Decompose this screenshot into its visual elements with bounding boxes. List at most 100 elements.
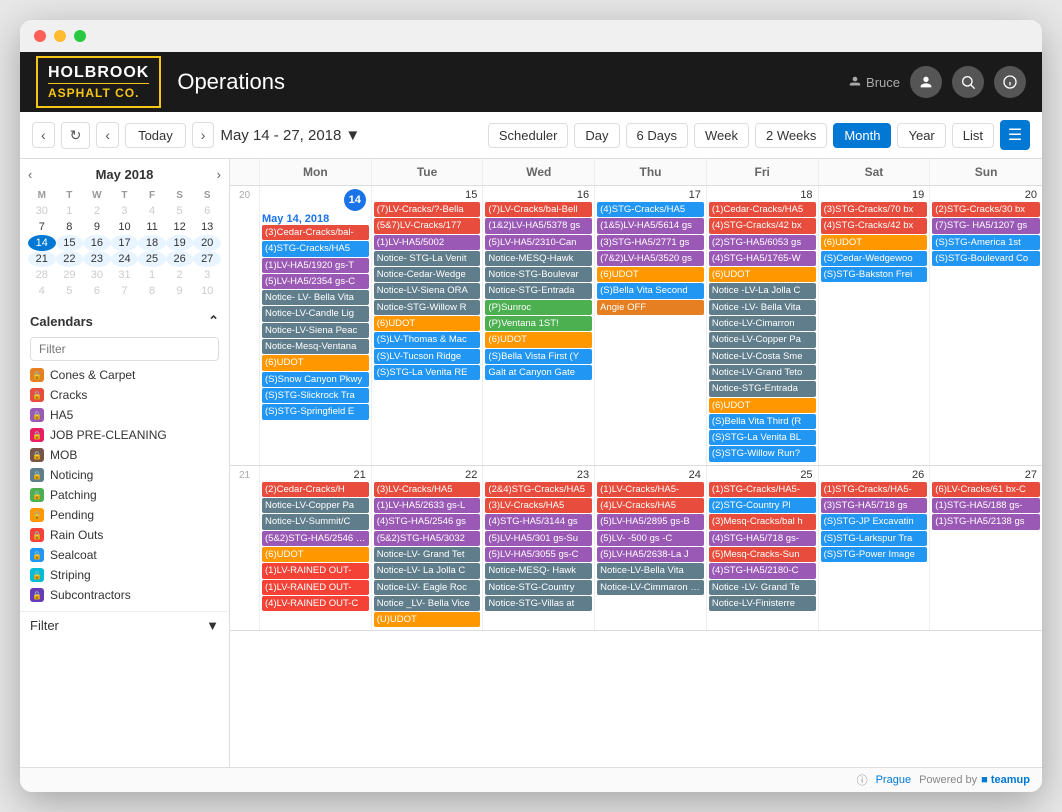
cal-day-cell[interactable]: 21(2)Cedar-Cracks/HNotice-LV-Copper PaNo…	[260, 466, 372, 631]
mini-cal-day[interactable]: 25	[138, 251, 166, 267]
mini-cal-day[interactable]: 19	[166, 235, 194, 251]
mini-prev-btn[interactable]: ‹	[28, 167, 32, 182]
mini-cal-day[interactable]: 24	[111, 251, 139, 267]
calendar-event[interactable]: (4)STG-HA5/718 gs-	[709, 531, 816, 546]
mini-cal-day[interactable]: 20	[193, 235, 221, 251]
mini-cal-day[interactable]: 9	[166, 283, 194, 299]
mini-cal-day[interactable]: 28	[28, 267, 56, 283]
calendar-item[interactable]: 🔒 Striping	[20, 565, 229, 585]
mini-cal-day[interactable]: 15	[56, 235, 84, 251]
calendar-event[interactable]: (S)STG-Larkspur Tra	[821, 531, 928, 546]
calendar-event[interactable]: (3)STG-HA5/2771 gs	[597, 235, 704, 250]
calendar-event[interactable]: (4)STG-Cracks/42 bx	[709, 218, 816, 233]
week-btn[interactable]: Week	[694, 123, 749, 148]
calendar-event[interactable]: Notice- LV- Bella Vita	[262, 290, 369, 305]
calendar-event[interactable]: Notice _LV- Bella Vice	[374, 596, 481, 611]
mini-cal-day[interactable]: 31	[111, 267, 139, 283]
mini-next-btn[interactable]: ›	[217, 167, 221, 182]
calendar-event[interactable]: (3)STG-Cracks/70 bx	[821, 202, 928, 217]
mini-cal-day[interactable]: 10	[111, 219, 139, 235]
calendar-event[interactable]: Notice-LV- La Jolla C	[374, 563, 481, 578]
calendar-event[interactable]: (5)LV-HA5/2638-La J	[597, 547, 704, 562]
mini-cal-day[interactable]: 3	[111, 203, 139, 219]
calendar-event[interactable]: (S)STG-La Venita RE	[374, 365, 481, 380]
calendar-event[interactable]: (5)LV-HA5/301 gs-Su	[485, 531, 592, 546]
collapse-icon[interactable]: ⌃	[208, 313, 219, 329]
cal-day-cell[interactable]: 20(2)STG-Cracks/30 bx(7)STG- HA5/1207 gs…	[930, 186, 1042, 465]
mini-cal-day[interactable]: 10	[193, 283, 221, 299]
cal-day-cell[interactable]: 16(7)LV-Cracks/bal-Bell(1&2)LV-HA5/5378 …	[483, 186, 595, 465]
calendar-event[interactable]: (S)Bella Vita Third (R	[709, 414, 816, 429]
calendar-event[interactable]: (3)STG-HA5/718 gs	[821, 498, 928, 513]
mini-cal-day[interactable]: 8	[138, 283, 166, 299]
mini-cal-day[interactable]: 1	[138, 267, 166, 283]
calendar-event[interactable]: (5)LV-HA5/3055 gs-C	[485, 547, 592, 562]
calendar-event[interactable]: (5)LV-HA5/2310-Can	[485, 235, 592, 250]
calendar-event[interactable]: (6)UDOT	[374, 316, 481, 331]
calendar-event[interactable]: (6)UDOT	[709, 398, 816, 413]
calendar-event[interactable]: (S)STG-Power Image	[821, 547, 928, 562]
calendar-event[interactable]: (S)LV-Tucson Ridge	[374, 349, 481, 364]
calendar-event[interactable]: (1)LV-RAINED OUT-	[262, 580, 369, 595]
maximize-btn[interactable]	[74, 30, 86, 42]
filter-section[interactable]: Filter ▼	[20, 611, 229, 639]
calendar-event[interactable]: Notice-LV- Grand Tet	[374, 547, 481, 562]
calendar-event[interactable]: Notice-STG-Entrada	[709, 381, 816, 396]
prev-period-btn[interactable]: ‹	[32, 122, 55, 148]
calendar-event[interactable]: (4)STG-HA5/2546 gs	[374, 514, 481, 529]
calendar-event[interactable]: (S)STG-America 1st	[932, 235, 1040, 250]
calendar-event[interactable]: (1)LV-RAINED OUT-	[262, 563, 369, 578]
calendar-event[interactable]: (1)LV-HA5/2633 gs-L	[374, 498, 481, 513]
calendar-event[interactable]: (S)Snow Canyon Pkwy	[262, 372, 369, 387]
calendar-event[interactable]: Notice-STG-Villas at	[485, 596, 592, 611]
calendar-item[interactable]: 🔒 Pending	[20, 505, 229, 525]
mini-cal-day[interactable]: 23	[83, 251, 111, 267]
mini-cal-day[interactable]: 29	[56, 267, 84, 283]
calendar-event[interactable]: (S)Bella Vista First (Y	[485, 349, 592, 364]
calendar-event[interactable]: Notice -LV- Bella Vita	[709, 300, 816, 315]
calendar-event[interactable]: (3)Cedar-Cracks/bal-	[262, 225, 369, 240]
mini-cal-day[interactable]: 14	[28, 235, 56, 251]
calendar-event[interactable]: (1)LV-HA5/5002	[374, 235, 481, 250]
calendar-event[interactable]: (6)UDOT	[821, 235, 928, 250]
calendar-event[interactable]: Notice-STG-Country	[485, 580, 592, 595]
mini-cal-day[interactable]: 5	[166, 203, 194, 219]
calendar-event[interactable]: (S)LV-Thomas & Mac	[374, 332, 481, 347]
calendar-event[interactable]: Notice-LV-Copper Pa	[709, 332, 816, 347]
calendar-item[interactable]: 🔒 Cracks	[20, 385, 229, 405]
calendar-event[interactable]: (S)STG-Willow Run?	[709, 446, 816, 461]
calendar-event[interactable]: (S)STG-JP Excavatin	[821, 514, 928, 529]
calendar-event[interactable]: Notice -LV- Grand Te	[709, 580, 816, 595]
calendar-event[interactable]: Notice-LV-Finisterre	[709, 596, 816, 611]
calendar-event[interactable]: (5)LV-HA5/2354 gs-C	[262, 274, 369, 289]
calendar-event[interactable]: (S)STG-Springfield E	[262, 404, 369, 419]
mini-cal-day[interactable]: 11	[138, 219, 166, 235]
calendar-item[interactable]: 🔒 Rain Outs	[20, 525, 229, 545]
calendar-event[interactable]: Notice-STG-Willow R	[374, 300, 481, 315]
mini-cal-day[interactable]: 9	[83, 219, 111, 235]
calendar-event[interactable]: Notice-LV-Siena Peac	[262, 323, 369, 338]
calendar-event[interactable]: (2&4)STG-Cracks/HA5	[485, 482, 592, 497]
calendar-event[interactable]: (7)LV-Cracks/?-Bella	[374, 202, 481, 217]
calendar-event[interactable]: (S)STG-Boulevard Co	[932, 251, 1040, 266]
mini-cal-day[interactable]: 18	[138, 235, 166, 251]
calendar-event[interactable]: (1&2)LV-HA5/5378 gs	[485, 218, 592, 233]
mini-cal-day[interactable]: 26	[166, 251, 194, 267]
list-btn[interactable]: List	[952, 123, 994, 148]
back-btn[interactable]: ‹	[96, 122, 119, 148]
calendar-event[interactable]: (4)STG-HA5/3144 gs	[485, 514, 592, 529]
calendar-event[interactable]: Notice-STG-Entrada	[485, 283, 592, 298]
cal-day-cell[interactable]: 17(4)STG-Cracks/HA5(1&5)LV-HA5/5614 gs(3…	[595, 186, 707, 465]
calendar-event[interactable]: Notice-LV-Costa Sme	[709, 349, 816, 364]
calendar-event[interactable]: (6)UDOT	[262, 547, 369, 562]
mini-cal-day[interactable]: 27	[193, 251, 221, 267]
calendar-event[interactable]: (6)LV-Cracks/61 bx-C	[932, 482, 1040, 497]
refresh-btn[interactable]: ↻	[61, 122, 91, 149]
mini-cal-day[interactable]: 22	[56, 251, 84, 267]
calendar-event[interactable]: (S)STG-La Venita BL	[709, 430, 816, 445]
calendar-event[interactable]: (1)STG-HA5/2138 gs	[932, 514, 1040, 529]
calendar-event[interactable]: (2)STG-Cracks/30 bx	[932, 202, 1040, 217]
calendar-event[interactable]: (1)Cedar-Cracks/HA5	[709, 202, 816, 217]
calendar-item[interactable]: 🔒 JOB PRE-CLEANING	[20, 425, 229, 445]
calendar-event[interactable]: Notice-LV-Candle Lig	[262, 306, 369, 321]
